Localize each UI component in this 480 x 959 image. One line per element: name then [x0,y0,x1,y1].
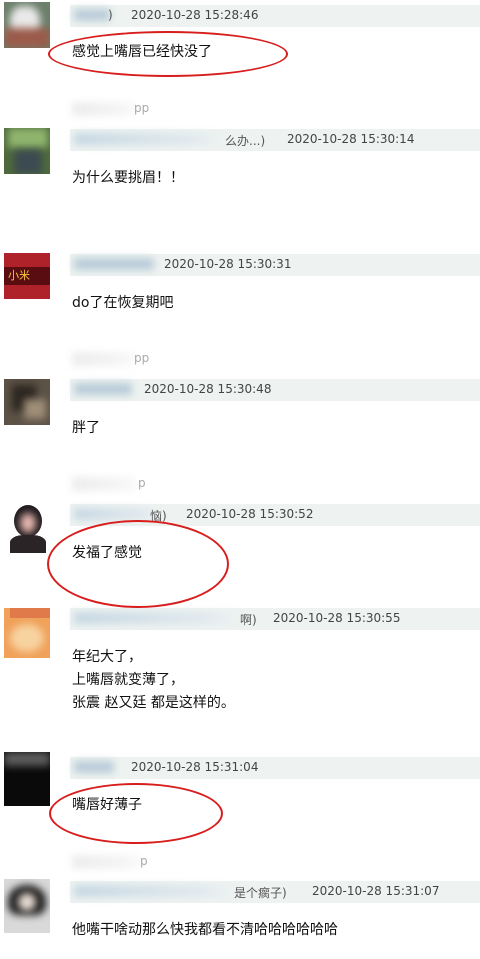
timestamp: 2020-10-28 15:30:55 [273,611,401,625]
app-suffix: pp [134,351,150,365]
comment-text: 他嘴干啥动那么快我都看不清哈哈哈哈哈哈 [72,922,338,938]
timestamp: 2020-10-28 15:30:52 [186,507,314,521]
avatar[interactable] [4,379,50,425]
username[interactable] [74,383,132,395]
username[interactable] [74,761,114,773]
app-suffix: pp [134,101,150,115]
timestamp: 2020-10-28 15:31:04 [131,760,259,774]
comment-meta: 2020-10-28 15:31:04 [70,757,480,779]
comment-text: 为什么要挑眉！！ [72,170,184,186]
highlight-ellipse [49,783,223,844]
username-tail: ) [108,8,113,22]
timestamp: 2020-10-28 15:28:46 [131,8,259,22]
username-tail: 么办...) [225,134,266,148]
comment-text: 胖了 [72,420,100,436]
username[interactable] [74,508,162,520]
avatar[interactable]: 小米 [4,253,50,299]
comment-meta: 是个瘸子) 2020-10-28 15:31:07 [70,881,480,903]
avatar[interactable] [4,879,50,933]
timestamp: 2020-10-28 15:31:07 [312,884,440,898]
avatar[interactable] [4,501,52,553]
comment-meta: 2020-10-28 15:30:48 [70,379,480,401]
avatar[interactable] [4,608,50,658]
timestamp: 2020-10-28 15:30:31 [164,257,292,271]
comment-text: do了在恢复期吧 [72,295,174,311]
highlight-ellipse [47,520,229,608]
highlight-ellipse [48,31,288,77]
avatar[interactable] [4,752,50,806]
username[interactable] [74,885,236,897]
app-suffix: p [140,854,148,868]
username[interactable] [74,612,242,624]
username[interactable] [74,258,154,270]
comment-meta: 2020-10-28 15:30:31 [70,254,480,276]
username-tail: 啊) [240,613,257,627]
username[interactable] [74,9,110,21]
avatar[interactable] [4,2,50,48]
timestamp: 2020-10-28 15:30:48 [144,382,272,396]
comment-meta: ) 2020-10-28 15:28:46 [70,5,480,27]
username[interactable] [74,133,224,145]
comment-meta: 么办...) 2020-10-28 15:30:14 [70,129,480,151]
username-tail: 是个瘸子) [234,886,287,900]
comment-meta: 啊) 2020-10-28 15:30:55 [70,608,480,630]
timestamp: 2020-10-28 15:30:14 [287,132,415,146]
app-suffix: p [138,476,146,490]
comment-text: 年纪大了， 上嘴唇就变薄了， 张震 赵又廷 都是这样的。 [72,649,235,711]
avatar[interactable] [4,128,50,174]
